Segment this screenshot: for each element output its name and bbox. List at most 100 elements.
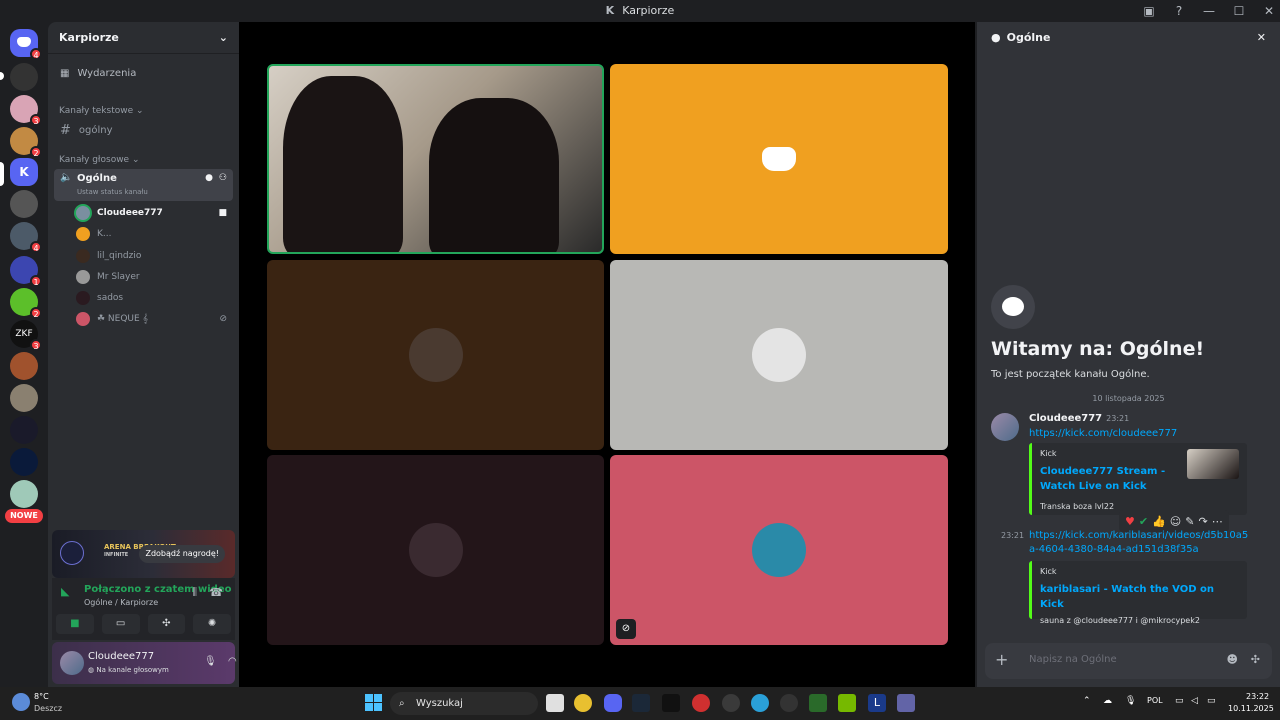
avatar xyxy=(76,291,90,305)
soundboard-button[interactable]: ✺ xyxy=(193,614,231,634)
video-tile[interactable] xyxy=(610,64,948,254)
message-link[interactable]: https://kick.com/kariblasari/videos/d5b1… xyxy=(1029,529,1249,557)
headphones-icon[interactable]: ◠ xyxy=(228,656,237,667)
server-icon[interactable]: 3 xyxy=(10,95,42,126)
server-icon[interactable] xyxy=(10,190,38,218)
voice-user[interactable]: K... xyxy=(76,224,233,244)
voice-category[interactable]: Kanały głosowe ⌄ xyxy=(59,155,140,165)
task-view-icon[interactable] xyxy=(546,694,564,712)
chrome-icon[interactable] xyxy=(574,694,592,712)
new-badge[interactable]: NOWE xyxy=(5,509,43,523)
help-icon[interactable]: ? xyxy=(1168,4,1190,18)
teams-icon[interactable] xyxy=(897,694,915,712)
nvidia-icon[interactable] xyxy=(838,694,856,712)
app-icon[interactable] xyxy=(692,694,710,712)
apps-icon[interactable]: ✣ xyxy=(1251,653,1260,666)
message-author[interactable]: Cloudeee777 23:21 xyxy=(1029,413,1129,424)
channel-ogolny[interactable]: # ogólny xyxy=(54,120,233,140)
embed-thumbnail[interactable] xyxy=(1187,449,1239,479)
microphone-icon[interactable]: 🎙 xyxy=(204,656,217,667)
more-icon[interactable]: ⋯ xyxy=(1212,515,1223,528)
app-icon[interactable] xyxy=(780,694,798,712)
minimize-button[interactable]: — xyxy=(1198,4,1220,18)
avatar[interactable] xyxy=(60,651,84,675)
video-tile[interactable]: ⊘ xyxy=(610,455,948,645)
video-tile-camera[interactable] xyxy=(267,64,604,254)
discord-icon[interactable] xyxy=(604,694,622,712)
message-link[interactable]: https://kick.com/cloudeee777 xyxy=(1029,428,1177,439)
server-icon-karpiorze[interactable]: K xyxy=(10,158,38,186)
claim-reward-button[interactable]: Zdobądź nagrodę! xyxy=(139,545,225,563)
add-member-icon[interactable]: ⚇ xyxy=(219,173,227,183)
home-button[interactable]: 4 xyxy=(10,29,42,60)
video-tile[interactable] xyxy=(610,260,948,450)
server-icon[interactable]: 2 xyxy=(10,127,42,158)
network-icon[interactable]: ▭ xyxy=(1175,696,1184,706)
heart-icon[interactable]: ♥ xyxy=(1125,515,1135,528)
disconnect-icon[interactable]: ☎ xyxy=(209,586,223,599)
video-tile[interactable] xyxy=(267,260,604,450)
app-icon[interactable] xyxy=(722,694,740,712)
server-header[interactable]: Karpiorze ⌄ xyxy=(48,22,239,54)
server-icon[interactable] xyxy=(10,448,38,476)
discord-logo-icon xyxy=(17,37,31,47)
voice-user[interactable]: sados xyxy=(76,288,233,308)
chat-bubble-icon[interactable]: ● xyxy=(205,173,213,183)
plus-icon[interactable]: + xyxy=(995,650,1008,669)
server-icon[interactable]: 2 xyxy=(10,288,42,319)
battery-icon[interactable]: ▭ xyxy=(1207,696,1216,706)
edit-icon[interactable]: ✎ xyxy=(1185,515,1194,528)
thumbs-up-icon[interactable]: 👍 xyxy=(1152,515,1166,528)
server-icon[interactable] xyxy=(10,480,38,508)
camera-button[interactable]: ■ xyxy=(56,614,94,634)
avatar xyxy=(408,328,463,382)
voice-user[interactable]: lil_qindzio xyxy=(76,246,233,266)
server-icon[interactable] xyxy=(10,63,38,91)
emoji-icon[interactable]: ☻ xyxy=(1227,653,1238,666)
events-item[interactable]: ▦ Wydarzenia xyxy=(54,63,233,83)
voice-user[interactable]: Cloudeee777 ■ xyxy=(76,203,233,223)
noise-suppression-icon[interactable]: ⫼ xyxy=(192,587,197,598)
chevron-up-icon[interactable]: ⌃ xyxy=(1083,696,1091,706)
channel-sidebar: Karpiorze ⌄ ▦ Wydarzenia Kanały tekstowe… xyxy=(48,22,263,687)
voice-channel-ogolne[interactable]: 🔈 Ogólne Ustaw status kanału ● ⚇ xyxy=(54,169,233,201)
edge-icon[interactable] xyxy=(751,694,769,712)
server-icon[interactable]: 4 xyxy=(10,222,42,253)
activities-button[interactable]: ✣ xyxy=(147,614,186,634)
volume-icon[interactable]: ◁ xyxy=(1191,696,1198,706)
windows-start-icon[interactable] xyxy=(365,694,383,712)
server-icon[interactable] xyxy=(10,416,38,444)
server-icon[interactable] xyxy=(10,352,38,380)
message-composer[interactable]: + Napisz na Ogólne ☻ ✣ xyxy=(985,643,1272,679)
chat-panel: ● Ogólne ✕ Witamy na: Ogólne! To jest poc… xyxy=(977,22,1280,687)
app-icon[interactable]: L xyxy=(868,694,886,712)
screen-share-button[interactable]: ▭ xyxy=(101,614,140,634)
text-category[interactable]: Kanały tekstowe ⌄ xyxy=(59,106,144,116)
avatar[interactable] xyxy=(991,413,1019,441)
check-icon[interactable]: ✔ xyxy=(1139,515,1148,528)
close-button[interactable]: ✕ xyxy=(1258,4,1280,18)
microphone-icon[interactable]: 🎙 xyxy=(1125,696,1136,706)
app-icon[interactable] xyxy=(809,694,827,712)
message-input[interactable]: Napisz na Ogólne xyxy=(1029,654,1117,665)
inbox-icon[interactable]: ▣ xyxy=(1138,4,1160,18)
voice-user[interactable]: ☘ NEQUE 𝄞 ⊘ xyxy=(76,309,233,329)
signal-icon[interactable]: ◣ xyxy=(61,585,69,598)
steam-icon[interactable] xyxy=(632,694,650,712)
hash-icon: # xyxy=(60,122,71,138)
voice-user[interactable]: Mr Slayer xyxy=(76,267,233,287)
close-icon[interactable]: ✕ xyxy=(1257,31,1266,45)
server-icon[interactable] xyxy=(10,384,38,412)
server-icon[interactable]: 1 xyxy=(10,256,42,287)
maximize-button[interactable]: ☐ xyxy=(1228,4,1250,18)
search-box[interactable]: ⌕ Wyszukaj xyxy=(390,692,538,715)
promo-card[interactable]: ARENA BREAKOUT INFINITE Zdobądź nagrodę! xyxy=(52,530,235,578)
app-icon[interactable] xyxy=(662,694,680,712)
add-reaction-icon[interactable]: ☺ xyxy=(1170,515,1181,528)
cloud-icon[interactable]: ☁ xyxy=(1103,696,1112,706)
video-tile[interactable] xyxy=(267,455,604,645)
forward-icon[interactable]: ↷ xyxy=(1198,515,1207,528)
server-icon[interactable]: ZKF 3 xyxy=(10,320,42,351)
message-time: 23:21 xyxy=(1001,531,1025,540)
weather-icon[interactable] xyxy=(12,693,30,711)
